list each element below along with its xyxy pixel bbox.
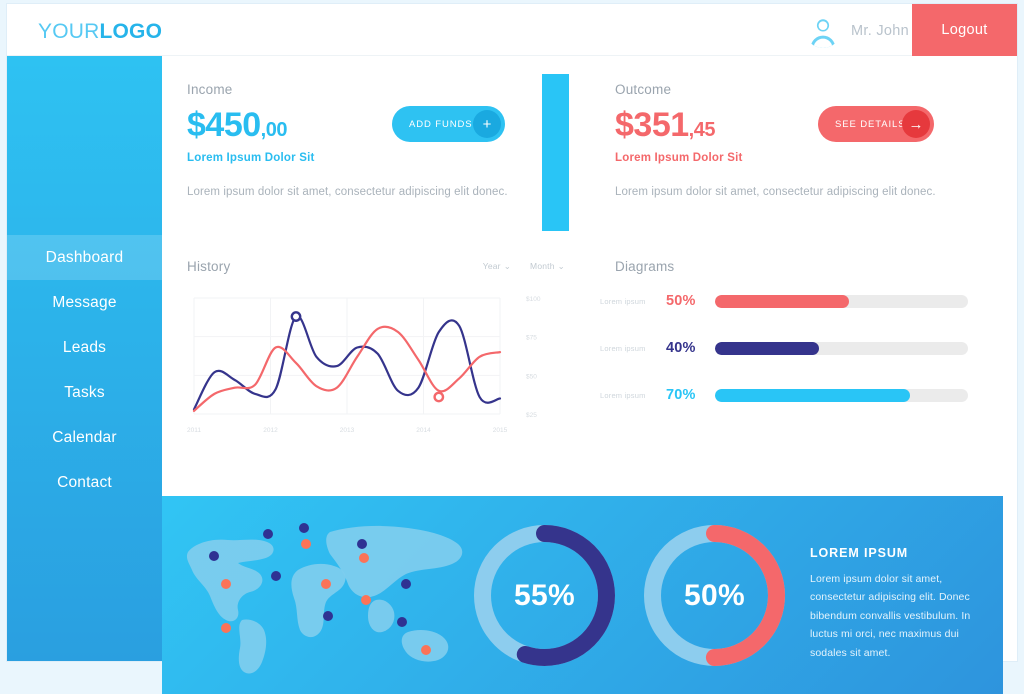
donut-label: 55% xyxy=(514,578,575,612)
sidebar: Dashboard Message Leads Tasks Calendar C… xyxy=(7,56,162,661)
income-amount: $450,00 xyxy=(187,106,287,145)
sidebar-nav: Dashboard Message Leads Tasks Calendar C… xyxy=(7,235,162,505)
donut-label: 50% xyxy=(684,578,745,612)
arrow-right-icon: → xyxy=(902,110,930,138)
see-details-button[interactable]: SEE DETAILS → xyxy=(818,106,934,142)
svg-text:2011: 2011 xyxy=(187,427,201,434)
svg-text:$50: $50 xyxy=(526,373,537,380)
outcome-card-body: Lorem ipsum dolor sit amet, consectetur … xyxy=(615,186,936,198)
svg-text:$100: $100 xyxy=(526,296,541,303)
outcome-amount-cents: ,45 xyxy=(688,119,716,141)
progress-label: Lorem ipsum xyxy=(600,297,646,306)
sidebar-item-tasks[interactable]: Tasks xyxy=(7,370,162,415)
add-funds-button[interactable]: ADD FUNDS + xyxy=(392,106,505,142)
history-section: History Year ⌄ Month ⌄ $100 $75 $50 $25 2011 20… xyxy=(162,251,589,486)
income-card-label: Income xyxy=(187,82,233,97)
sidebar-item-leads[interactable]: Leads xyxy=(7,325,162,370)
outcome-card: Outcome $351,45 Lorem Ipsum Dolor Sit Lo… xyxy=(590,56,1017,246)
progress-fill xyxy=(715,295,850,308)
progress-percent: 70% xyxy=(666,387,696,403)
donut-chart-55: 55% xyxy=(467,518,622,673)
logout-button[interactable]: Logout xyxy=(912,4,1017,56)
donut-chart-50: 50% xyxy=(637,518,792,673)
history-line-chart: $100 $75 $50 $25 2011 2012 2013 2014 2015 xyxy=(182,286,572,451)
panel-text-block: LOREM IPSUM Lorem ipsum dolor sit amet, … xyxy=(810,546,985,662)
diagrams-title: Diagrams xyxy=(615,259,675,274)
month-select-label: Month xyxy=(530,261,555,271)
year-select[interactable]: Year ⌄ xyxy=(483,261,511,272)
progress-row: Lorem ipsum 40% xyxy=(600,338,1000,358)
outcome-amount: $351,45 xyxy=(615,106,715,145)
progress-row: Lorem ipsum 70% xyxy=(600,385,1000,405)
progress-track[interactable] xyxy=(715,342,968,355)
sidebar-item-calendar[interactable]: Calendar xyxy=(7,415,162,460)
year-select-label: Year xyxy=(482,261,501,271)
svg-text:$75: $75 xyxy=(526,335,537,342)
month-select[interactable]: Month ⌄ xyxy=(530,261,565,272)
progress-percent: 40% xyxy=(666,340,696,356)
panel-body: Lorem ipsum dolor sit amet, consectetur … xyxy=(810,573,971,659)
outcome-amount-main: $351 xyxy=(615,106,689,144)
panel-heading: LOREM IPSUM xyxy=(810,546,909,560)
chevron-down-icon: ⌄ xyxy=(557,261,565,271)
progress-label: Lorem ipsum xyxy=(600,391,646,400)
progress-fill xyxy=(715,389,910,402)
svg-text:2012: 2012 xyxy=(263,427,278,434)
see-details-label: SEE DETAILS xyxy=(835,118,906,130)
outcome-card-label: Outcome xyxy=(615,82,672,97)
sidebar-item-dashboard[interactable]: Dashboard xyxy=(7,235,162,280)
outcome-card-subtitle: Lorem Ipsum Dolor Sit xyxy=(615,152,743,164)
sidebar-item-contact[interactable]: Contact xyxy=(7,460,162,505)
progress-percent: 50% xyxy=(666,293,696,309)
world-stats-panel: 55% 50% LOREM IPSUM Lorem ipsum dolor si… xyxy=(162,496,1003,694)
progress-row: Lorem ipsum 50% xyxy=(600,291,1000,311)
app-logo[interactable]: YOURLOGO xyxy=(38,20,162,44)
main-content: Income $450,00 Lorem Ipsum Dolor Sit Lor… xyxy=(162,56,1017,694)
income-accent-bar xyxy=(542,74,569,231)
progress-track[interactable] xyxy=(715,389,968,402)
income-card-body: Lorem ipsum dolor sit amet, consectetur … xyxy=(187,186,508,198)
summary-cards: Income $450,00 Lorem Ipsum Dolor Sit Lor… xyxy=(162,56,1017,246)
svg-text:2014: 2014 xyxy=(416,427,431,434)
diagrams-section: Diagrams Lorem ipsum 50% Lorem ipsum 40%… xyxy=(590,251,1017,486)
add-funds-label: ADD FUNDS xyxy=(409,118,473,130)
sidebar-item-message[interactable]: Message xyxy=(7,280,162,325)
dashboard-app: YOURLOGO Mr. John Logout Dashboard Messa… xyxy=(7,4,1017,694)
history-filters: Year ⌄ Month ⌄ xyxy=(483,261,565,272)
top-header: YOURLOGO Mr. John Logout xyxy=(7,4,1017,56)
logo-text-secondary: LOGO xyxy=(99,20,163,43)
progress-label: Lorem ipsum xyxy=(600,344,646,353)
user-avatar-icon[interactable] xyxy=(805,12,841,48)
plus-icon: + xyxy=(473,110,501,138)
progress-track[interactable] xyxy=(715,295,968,308)
svg-text:2013: 2013 xyxy=(340,427,355,434)
world-map xyxy=(180,514,470,679)
svg-text:2015: 2015 xyxy=(493,427,508,434)
svg-text:$25: $25 xyxy=(526,412,537,419)
income-amount-cents: ,00 xyxy=(260,119,288,141)
income-card: Income $450,00 Lorem Ipsum Dolor Sit Lor… xyxy=(162,56,589,246)
logo-text-primary: YOUR xyxy=(38,20,100,43)
income-amount-main: $450 xyxy=(187,106,261,144)
username-label: Mr. John xyxy=(851,23,910,39)
history-title: History xyxy=(187,259,231,274)
income-card-subtitle: Lorem Ipsum Dolor Sit xyxy=(187,152,315,164)
progress-fill xyxy=(715,342,819,355)
chevron-down-icon: ⌄ xyxy=(503,261,512,271)
